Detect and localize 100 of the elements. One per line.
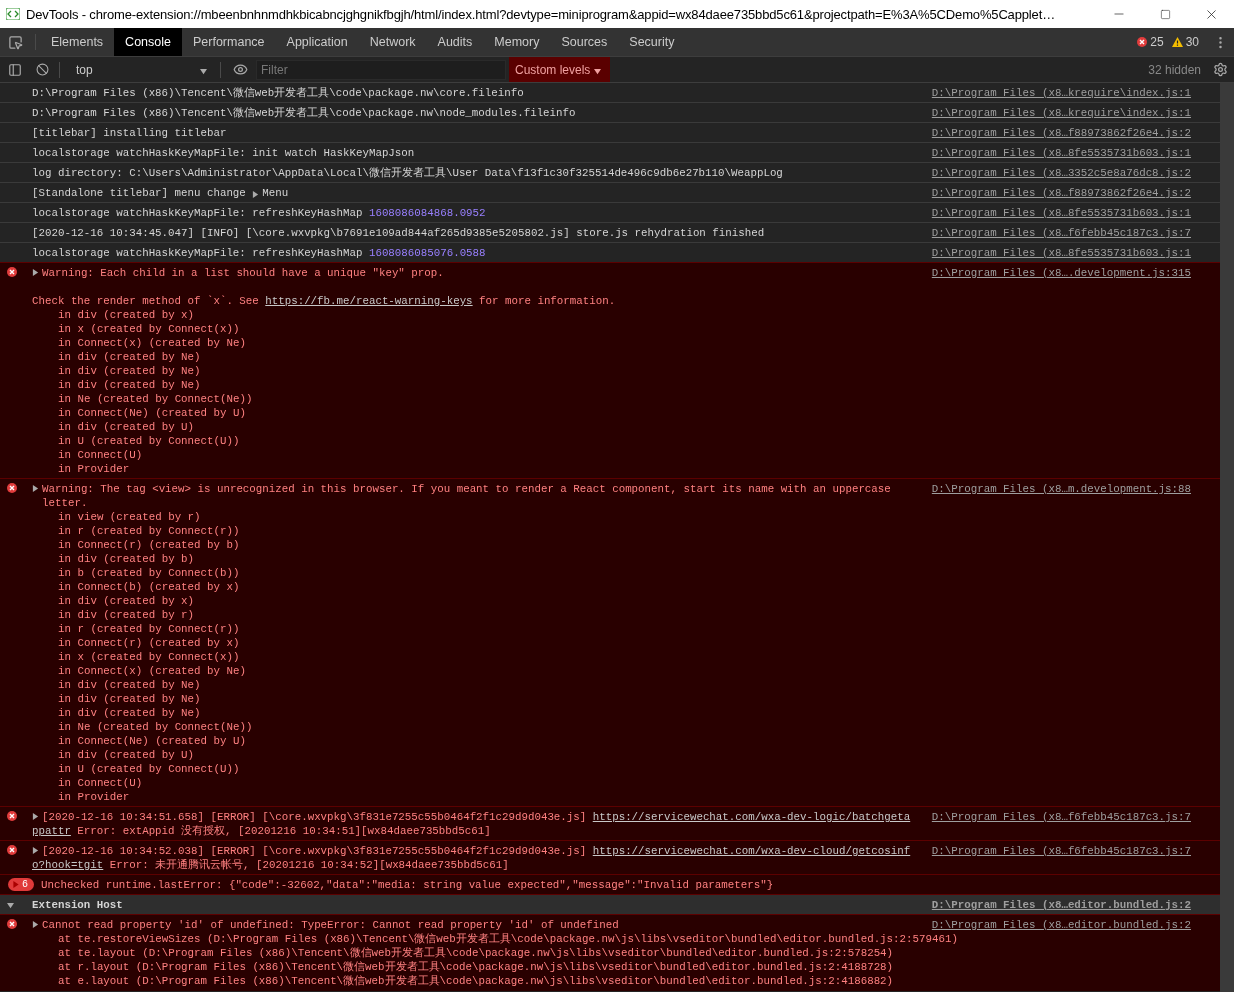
stack-line: in div (created by b) <box>58 552 195 566</box>
stack-line: in U (created by Connect(U)) <box>58 434 240 448</box>
link[interactable]: https://servicewechat.com/wxa-dev-cloud/getcosinf <box>592 845 911 857</box>
panel-tab[interactable]: Memory <box>483 28 551 56</box>
message-text: D:\Program Files (x86)\Tencent\微信web开发者工具\code\package.nw\node_modules.fileinfo <box>32 107 576 119</box>
object-preview[interactable]: Menu <box>252 187 289 199</box>
link[interactable]: ppattr <box>32 825 71 837</box>
error-count[interactable]: 25 <box>1150 35 1164 49</box>
message-text: [2020-12-16 10:34:45.047] [INFO] [\core.wxvpkg\b7691e109ad844af265d9385e5205802.js] store.js rehydration finished <box>32 227 765 239</box>
message-text: Error: extAppid 没有授权, [20201216 10:34:51][wx84daee735bbd5c61] <box>76 825 491 837</box>
message-text: Cannot read property 'id' of undefined: TypeError: Cannot read property 'id' of undefined <box>42 919 619 931</box>
panel-tab[interactable]: Application <box>275 28 359 56</box>
stack-line: in Provider <box>58 462 130 476</box>
stack-line: in Connect(r) (created by x) <box>58 636 240 650</box>
stack-line: in r (created by Connect(r)) <box>58 524 240 538</box>
stack-line: in r (created by Connect(r)) <box>58 622 240 636</box>
link[interactable]: https://servicewechat.com/wxa-dev-logic/batchgeta <box>592 811 911 823</box>
stack-line: in x (created by Connect(x)) <box>58 322 240 336</box>
message-text: D:\Program Files (x86)\Tencent\微信web开发者工具\code\package.nw\core.fileinfo <box>32 87 524 99</box>
maximize-icon[interactable] <box>1159 8 1171 20</box>
panel-tab[interactable]: Security <box>618 28 686 56</box>
stack-line: at te.layout (D:\Program Files (x86)\Tencent\微信web开发者工具\code\package.nw\js\libs\vseditor\bundled\editor.bundled.js:2:578254) <box>58 946 894 960</box>
source-link[interactable]: D:\Program Files (x8…f88973862f26e4.js:2 <box>931 126 1191 140</box>
error-icon <box>7 845 17 855</box>
stack-line: at te.restoreViewSizes (D:\Program Files (x86)\Tencent\微信web开发者工具\code\package.nw\js\libs\vseditor\bundled\editor.bundled.js:2:579461) <box>58 932 958 946</box>
caret-icon <box>594 67 602 75</box>
message-text: Warning: Each child in a list should have a unique "key" prop. <box>42 267 444 279</box>
warning-count[interactable]: 30 <box>1185 35 1199 49</box>
message-text: [titlebar] installing titlebar <box>32 127 227 139</box>
group-title[interactable]: Extension Host <box>32 899 123 911</box>
stack-line: in Provider <box>58 790 130 804</box>
stack-line: in Connect(r) (created by b) <box>58 538 240 552</box>
stack-line: in Ne (created by Connect(Ne)) <box>58 720 253 734</box>
levels-dropdown[interactable]: Custom levels <box>509 57 611 82</box>
repeat-count-badge: 6 <box>8 878 34 891</box>
scrollbar[interactable] <box>1220 83 1234 992</box>
window-title: DevTools - chrome-extension://mbeenbnhnmdhkbicabncjghgnikfbgjh/html/index.html?devtype=miniprogram&appid=wx84daee735bbd5c61&projectpath=E%3A%5CDemo%5Capplet… <box>26 6 1056 22</box>
stack-line: in div (created by Ne) <box>58 678 201 692</box>
stack-line: in div (created by Ne) <box>58 692 201 706</box>
stack-line: at e.layout (D:\Program Files (x86)\Tencent\微信web开发者工具\code\package.nw\js\libs\vseditor\bundled\editor.bundled.js:2:4186882) <box>58 974 894 988</box>
message-text: [Standalone titlebar] menu change <box>32 187 247 199</box>
message-text: localstorage watchHaskKeyMapFile: refreshKeyHashMap <box>32 247 364 259</box>
source-link[interactable]: D:\Program Files (x8….development.js:315 <box>931 266 1191 476</box>
message-text: localstorage watchHaskKeyMapFile: refreshKeyHashMap <box>32 207 364 219</box>
stack-line: in div (created by Ne) <box>58 378 201 392</box>
stack-line: in Connect(x) (created by Ne) <box>58 336 246 350</box>
stack-line: in x (created by Connect(x)) <box>58 650 240 664</box>
caret-icon <box>252 191 260 199</box>
number-value: 1608086085076.0588 <box>368 247 486 259</box>
source-link[interactable]: D:\Program Files (x8…f6febb45c187c3.js:7 <box>931 810 1191 838</box>
stack-line: in Connect(Ne) (created by U) <box>58 406 246 420</box>
stack-line: in div (created by x) <box>58 594 195 608</box>
source-link[interactable]: D:\Program Files (x8…krequire\index.js:1 <box>931 86 1191 100</box>
message-text: for more information. <box>478 295 616 307</box>
filter-field[interactable]: Filter <box>256 59 506 80</box>
panel-tab[interactable]: Network <box>358 28 427 56</box>
stack-line: in div (created by Ne) <box>58 350 201 364</box>
stack-line: in Connect(U) <box>58 448 143 462</box>
error-icon <box>1137 37 1148 47</box>
message-text: log directory: C:\Users\Administrator\AppData\Local\微信开发者工具\User Data\f13f1c30f325514de496c9db6e27b110\WeappLog <box>32 167 783 179</box>
source-link[interactable]: D:\Program Files (x8…krequire\index.js:1 <box>931 106 1191 120</box>
stack-line: in Ne (created by Connect(Ne)) <box>58 392 253 406</box>
panel-tab[interactable]: Sources <box>550 28 619 56</box>
caret-icon <box>200 67 207 75</box>
stack-line: in Connect(Ne) (created by U) <box>58 734 246 748</box>
source-link[interactable]: D:\Program Files (x8…f6febb45c187c3.js:7 <box>931 226 1191 240</box>
panel-tab[interactable]: Console <box>114 28 182 56</box>
number-value: 1608086084868.0952 <box>368 207 486 219</box>
message-text: localstorage watchHaskKeyMapFile: init watch HaskKeyMapJson <box>32 147 415 159</box>
stack-line: in Connect(b) (created by x) <box>58 580 240 594</box>
message-text: [2020-12-16 10:34:51.658] [ERROR] [\core.wxvpkg\3f831e7255c55b0464f2f1c29d9d043e.js] <box>42 811 588 823</box>
source-link[interactable]: D:\Program Files (x8…3352c5e8a76dc8.js:2 <box>931 166 1191 180</box>
error-icon <box>7 919 17 929</box>
stack-line: in U (created by Connect(U)) <box>58 762 240 776</box>
source-link[interactable]: D:\Program Files (x8…8fe5535731b603.js:1 <box>931 206 1191 220</box>
stack-line: at r.layout (D:\Program Files (x86)\Tencent\微信web开发者工具\code\package.nw\js\libs\vseditor\bundled\editor.bundled.js:2:4188728) <box>58 960 894 974</box>
panel-tab[interactable]: Elements <box>40 28 115 56</box>
source-link[interactable]: D:\Program Files (x8…8fe5535731b603.js:1 <box>931 246 1191 260</box>
stack-line: in div (created by Ne) <box>58 706 201 720</box>
code-icon <box>6 8 20 20</box>
error-icon <box>7 811 17 821</box>
link[interactable]: o?hook=tgit <box>32 859 104 871</box>
message-text: Unchecked runtime.lastError: {"code":-32602,"data":"media: string value expected","message":"Invalid parameters"} <box>41 879 774 891</box>
stack-line: in b (created by Connect(b)) <box>58 566 240 580</box>
link[interactable]: https://fb.me/react-warning-keys <box>265 295 473 307</box>
panel-tab[interactable]: Audits <box>426 28 484 56</box>
stack-line: in div (created by U) <box>58 748 195 762</box>
warning-icon <box>1171 37 1183 47</box>
stack-line: in div (created by x) <box>58 308 195 322</box>
source-link[interactable]: D:\Program Files (x8…m.development.js:88 <box>931 482 1191 804</box>
source-link[interactable]: D:\Program Files (x8…8fe5535731b603.js:1 <box>931 146 1191 160</box>
context-dropdown[interactable]: top <box>70 62 216 77</box>
stack-line: in div (created by U) <box>58 420 195 434</box>
stack-line: in view (created by r) <box>58 510 201 524</box>
source-link[interactable]: D:\Program Files (x8…editor.bundled.js:2 <box>931 898 1191 912</box>
error-icon <box>7 483 17 493</box>
source-link[interactable]: D:\Program Files (x8…f88973862f26e4.js:2 <box>931 186 1191 200</box>
stack-line: in Connect(U) <box>58 776 143 790</box>
source-link[interactable]: D:\Program Files (x8…f6febb45c187c3.js:7 <box>931 844 1191 872</box>
panel-tab[interactable]: Performance <box>182 28 276 56</box>
